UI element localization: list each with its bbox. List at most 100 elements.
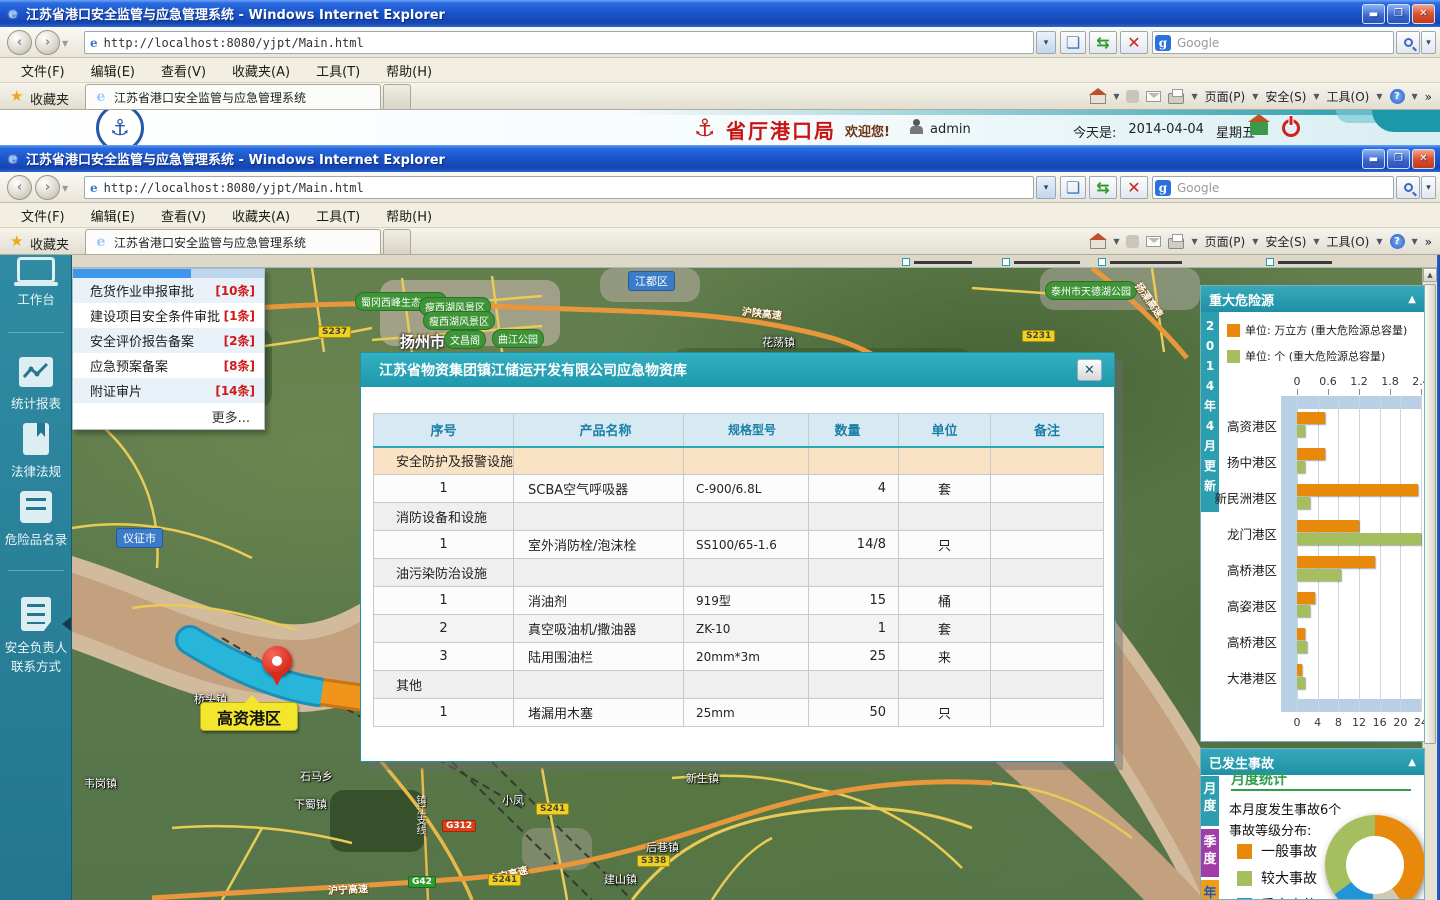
home-dropdown-icon[interactable]: ▼ [1113,92,1119,101]
tools-dropdown-icon[interactable]: ▼ [1376,237,1382,246]
popup-menu-item[interactable]: 安全评价报告备案[2条] [73,328,264,353]
map-label-city[interactable]: 扬州市 [400,331,445,352]
menu-item[interactable]: 工具(T) [303,203,373,228]
compatibility-view-icon[interactable]: ❏ [1060,31,1086,54]
favorites-label[interactable]: 收藏夹 [30,89,69,108]
minimize-button[interactable]: ▬ [1362,149,1385,169]
page-dropdown-icon[interactable]: ▼ [1252,237,1258,246]
home-shortcut-icon[interactable] [1250,122,1268,135]
home-dropdown-icon[interactable]: ▼ [1113,237,1119,246]
period-tab-2[interactable]: 季度 [1201,829,1219,877]
home-icon[interactable] [1090,239,1106,249]
address-dropdown-icon[interactable]: ▾ [1036,176,1056,199]
map-label-district[interactable]: 仪征市 [116,528,163,548]
menu-item[interactable]: 帮助(H) [373,203,445,228]
search-options-dropdown-icon[interactable]: ▾ [1421,31,1436,54]
minimize-button[interactable]: ▬ [1362,4,1385,24]
collapse-arrow-icon[interactable]: ▲ [1408,757,1416,768]
map-label-poi[interactable]: 瘦西湖风景区 [424,312,494,329]
menu-item[interactable]: 编辑(E) [78,203,148,228]
back-button[interactable]: ‹ [7,30,32,55]
print-icon[interactable] [1168,93,1184,104]
sidebar-collapse-arrow-icon[interactable] [62,617,71,631]
address-bar[interactable]: ehttp://localhost:8080/yjpt/Main.html [84,176,1034,199]
safety-menu-button[interactable]: 安全(S) [1265,233,1306,250]
menu-item[interactable]: 查看(V) [148,203,219,228]
mail-icon[interactable] [1146,236,1161,247]
menu-item[interactable]: 查看(V) [148,58,219,83]
logout-icon[interactable] [1282,119,1300,137]
tools-menu-button[interactable]: 工具(O) [1327,88,1370,105]
safety-dropdown-icon[interactable]: ▼ [1313,237,1319,246]
maximize-button[interactable]: ❐ [1387,149,1410,169]
refresh-icon[interactable]: ⇆ [1089,31,1117,54]
stop-icon[interactable]: ✕ [1120,176,1148,199]
page-menu-button[interactable]: 页面(P) [1205,88,1246,105]
compatibility-view-icon[interactable]: ❏ [1060,176,1086,199]
refresh-icon[interactable]: ⇆ [1089,176,1117,199]
popup-more-link[interactable]: 更多... [73,403,264,429]
layer-toggle[interactable] [1002,258,1080,266]
menu-item[interactable]: 编辑(E) [78,58,148,83]
page-dropdown-icon[interactable]: ▼ [1252,92,1258,101]
search-options-dropdown-icon[interactable]: ▾ [1421,176,1436,199]
sidebar-item-workbench[interactable]: 工作台 [0,257,72,308]
safety-dropdown-icon[interactable]: ▼ [1313,92,1319,101]
map-label-poi[interactable]: 曲江公园 [493,330,543,347]
layer-toggle[interactable] [902,258,972,266]
search-box[interactable]: gGoogle [1152,31,1394,54]
rss-icon[interactable] [1126,90,1139,103]
map-pin[interactable] [262,646,294,686]
sidebar-item-statistics[interactable]: 统计报表 [0,357,72,412]
new-tab-stub[interactable] [383,229,411,254]
hazard-panel-header[interactable]: 重大危险源 ▲ [1201,286,1424,312]
popup-menu-item[interactable]: 建设项目安全条件审批[1条] [73,303,264,328]
mail-icon[interactable] [1146,91,1161,102]
home-icon[interactable] [1090,94,1106,104]
close-button[interactable]: ✕ [1412,4,1435,24]
safety-menu-button[interactable]: 安全(S) [1265,88,1306,105]
port-zone-label[interactable]: 高资港区 [200,702,298,731]
layer-toggle[interactable] [1266,258,1332,266]
map-label-poi[interactable]: 文昌阁 [445,331,485,348]
popup-menu-item[interactable]: 附证审片[14条] [73,378,264,403]
popup-menu-item[interactable]: 危货作业申报审批[10条] [73,278,264,303]
menu-item[interactable]: 文件(F) [8,58,78,83]
favorites-star-icon[interactable]: ★ [10,232,23,250]
scrollbar-up-arrow-icon[interactable]: ▲ [1423,268,1437,282]
tools-menu-button[interactable]: 工具(O) [1327,233,1370,250]
page-menu-button[interactable]: 页面(P) [1205,233,1246,250]
back-button[interactable]: ‹ [7,175,32,200]
help-dropdown-icon[interactable]: ▼ [1412,237,1418,246]
forward-button[interactable]: › [35,30,60,55]
modal-close-icon[interactable]: ✕ [1077,359,1102,381]
menu-item[interactable]: 收藏夹(A) [219,203,303,228]
layer-toggle[interactable] [1098,258,1182,266]
tools-dropdown-icon[interactable]: ▼ [1376,92,1382,101]
scrollbar-thumb[interactable] [1424,284,1436,744]
help-dropdown-icon[interactable]: ▼ [1412,92,1418,101]
close-button[interactable]: ✕ [1412,149,1435,169]
overflow-chevron-icon[interactable]: » [1425,235,1432,249]
page-tab[interactable]: e江苏省港口安全监管与应急管理系统 [85,84,381,109]
help-icon[interactable]: ? [1390,234,1405,249]
print-icon[interactable] [1168,238,1184,249]
port-band-orange[interactable] [322,692,364,698]
print-dropdown-icon[interactable]: ▼ [1191,237,1197,246]
forward-button[interactable]: › [35,175,60,200]
search-button[interactable] [1396,176,1420,199]
checkbox-icon[interactable] [902,258,910,266]
menu-item[interactable]: 文件(F) [8,203,78,228]
checkbox-icon[interactable] [1002,258,1010,266]
search-box[interactable]: gGoogle [1152,176,1394,199]
checkbox-icon[interactable] [1266,258,1274,266]
favorites-label[interactable]: 收藏夹 [30,234,69,253]
map-label-district[interactable]: 江都区 [628,271,675,291]
favorites-star-icon[interactable]: ★ [10,87,23,105]
stop-icon[interactable]: ✕ [1120,31,1148,54]
address-dropdown-icon[interactable]: ▾ [1036,31,1056,54]
overflow-chevron-icon[interactable]: » [1425,90,1432,104]
period-tab-1[interactable]: 月度 [1201,776,1219,826]
map-label-poi[interactable]: 泰州市天德湖公园 [1046,282,1136,299]
history-dropdown-icon[interactable]: ▼ [62,184,68,193]
